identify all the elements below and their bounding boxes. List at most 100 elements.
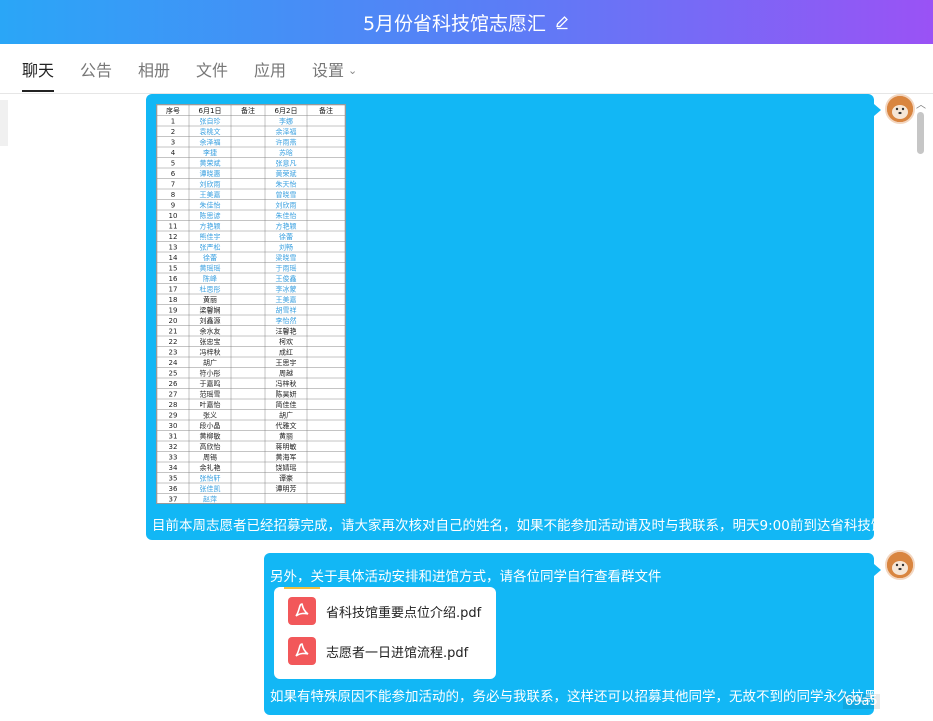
table-cell: 27 [169, 391, 178, 399]
avatar[interactable] [885, 550, 915, 580]
table-cell: 冯梓秋 [276, 379, 297, 388]
table-cell: 胡广 [279, 411, 293, 420]
message-text: 目前本周志愿者已经招募完成，请大家再次核对自己的姓名，如果不能参加活动请及时与我… [152, 518, 898, 534]
table-cell: 30 [169, 422, 178, 430]
table-cell: 21 [169, 328, 178, 336]
table-cell: 杜思彤 [200, 285, 221, 294]
table-cell: 14 [169, 254, 178, 262]
table-cell: 曾晓雪 [276, 190, 297, 199]
table-cell: 31 [169, 433, 178, 441]
tab-bar: 聊天 公告 相册 文件 应用 设置 ⌄ [0, 44, 933, 94]
table-cell: 33 [169, 454, 178, 462]
table-cell: 28 [169, 401, 178, 409]
table-cell: 王美嘉 [276, 295, 297, 304]
file-name: 省科技馆重要点位介绍.pdf [326, 605, 482, 621]
table-cell: 李冰蒙 [276, 285, 297, 294]
table-cell: 黄瑶瑶 [200, 264, 221, 273]
message-text: 另外，关于具体活动安排和进馆方式，请各位同学自行查看群文件 [270, 569, 662, 585]
table-cell: 16 [169, 275, 178, 283]
table-cell: 李捷 [203, 148, 217, 157]
table-cell: 余水友 [200, 327, 221, 336]
table-cell: 徐蕾 [203, 253, 217, 262]
file-name: 志愿者一日进馆流程.pdf [326, 645, 469, 661]
tab-chat[interactable]: 聊天 [22, 60, 55, 92]
table-cell: 朱佳怡 [200, 201, 221, 210]
table-cell: 36 [169, 485, 178, 493]
table-cell: 6 [171, 170, 176, 178]
tab-album[interactable]: 相册 [138, 60, 170, 92]
table-cell: 张佳凯 [200, 484, 221, 493]
table-cell: 谭晓惠 [200, 169, 221, 178]
card-accent [284, 587, 320, 589]
table-cell: 15 [169, 265, 178, 273]
chat-area[interactable]: 序号 6月1日 备注 6月2日 备注 1 张自珍 李娜 2 袁桃文 余泽福 3 余泽福 许雨燕 4 李捷 苏晗 5… [0, 94, 933, 721]
table-cell: 蒋明敏 [276, 442, 297, 451]
table-header-cell: 6月2日 [275, 107, 298, 115]
table-cell: 王思宇 [276, 358, 297, 367]
tab-apps[interactable]: 应用 [254, 60, 286, 92]
table-cell: 于雨瑶 [276, 264, 297, 273]
file-item[interactable]: 省科技馆重要点位介绍.pdf [288, 597, 481, 625]
table-cell: 方艳颖 [276, 222, 297, 231]
table-cell: 张怡轩 [200, 474, 221, 483]
tab-announcement[interactable]: 公告 [80, 60, 112, 92]
table-cell: 符小彤 [200, 369, 221, 378]
table-cell: 代雅文 [276, 421, 297, 430]
file-item[interactable]: 志愿者一日进馆流程.pdf [288, 637, 468, 665]
watermark: 69a5 [843, 694, 880, 709]
table-cell: 胡雪祥 [276, 306, 297, 315]
message-bubble[interactable]: 序号 6月1日 备注 6月2日 备注 1 张自珍 李娜 2 袁桃文 余泽福 3 余泽福 许雨燕 4 李捷 苏晗 5… [146, 94, 898, 540]
table-cell: 25 [169, 370, 178, 378]
table-cell: 黄荣斌 [276, 169, 297, 178]
table-cell: 陈峰 [203, 274, 217, 283]
shiba-dog-icon [887, 552, 913, 578]
table-cell: 张严松 [200, 243, 221, 252]
table-cell: 黄海军 [276, 453, 297, 462]
table-cell: 熊佳宇 [200, 232, 221, 241]
volunteer-table: 序号 6月1日 备注 6月2日 备注1 张自珍 李娜2 袁桃文 余泽福3 余泽福 许雨燕4 李捷 苏晗5… [157, 105, 345, 503]
table-cell: 18 [169, 296, 178, 304]
tab-settings[interactable]: 设置 ⌄ [312, 60, 357, 92]
table-cell: 11 [169, 223, 178, 231]
table-cell: 刘鑫源 [200, 316, 221, 325]
bubble-tail [874, 104, 881, 116]
bubble-tail [874, 564, 881, 576]
table-cell: 谭明芳 [276, 484, 297, 493]
table-header-cell: 备注 [241, 106, 255, 115]
table-cell: 3 [171, 139, 175, 147]
scrollbar-thumb[interactable] [917, 112, 924, 154]
table-cell: 成红 [279, 348, 293, 357]
table-cell: 陈昊妍 [276, 390, 297, 399]
pdf-icon [288, 637, 316, 665]
chevron-down-icon: ⌄ [348, 64, 358, 77]
message-bubble[interactable]: 另外，关于具体活动安排和进馆方式，请各位同学自行查看群文件 省科技馆重要点位介绍… [264, 553, 878, 715]
chevron-up-icon[interactable]: ︿ [916, 96, 926, 111]
table-cell: 黄丽 [203, 295, 217, 304]
volunteer-table-image[interactable]: 序号 6月1日 备注 6月2日 备注 1 张自珍 李娜 2 袁桃文 余泽福 3 余泽福 许雨燕 4 李捷 苏晗 5… [156, 104, 346, 504]
edit-icon[interactable] [554, 14, 570, 30]
tab-files[interactable]: 文件 [196, 60, 228, 92]
chat-title-bar: 5月份省科技馆志愿汇 [0, 0, 933, 44]
table-cell: 于嘉鸣 [200, 379, 221, 388]
table-cell: 余礼艳 [200, 463, 221, 472]
table-cell: 4 [171, 149, 176, 157]
table-cell: 李怡然 [276, 316, 297, 325]
table-cell: 汪馨艳 [276, 327, 297, 336]
table-cell: 王俊鑫 [276, 274, 297, 283]
table-cell: 李娜 [279, 117, 293, 126]
table-cell: 35 [169, 475, 178, 483]
table-cell: 32 [169, 443, 178, 451]
table-cell: 张自珍 [200, 117, 221, 126]
group-title: 5月份省科技馆志愿汇 [362, 12, 547, 35]
table-cell: 方艳颖 [200, 222, 221, 231]
table-cell: 17 [169, 286, 178, 294]
file-list-card: 省科技馆重要点位介绍.pdf 志愿者一日进馆流程.pdf [274, 587, 496, 679]
avatar[interactable] [885, 94, 915, 124]
table-cell: 张忠宝 [200, 337, 221, 346]
table-cell: 许雨燕 [276, 138, 297, 147]
table-cell: 34 [169, 464, 178, 472]
table-cell: 37 [169, 496, 178, 503]
table-cell: 刘欣雨 [200, 180, 221, 189]
table-cell: 10 [169, 212, 178, 220]
pdf-icon [288, 597, 316, 625]
